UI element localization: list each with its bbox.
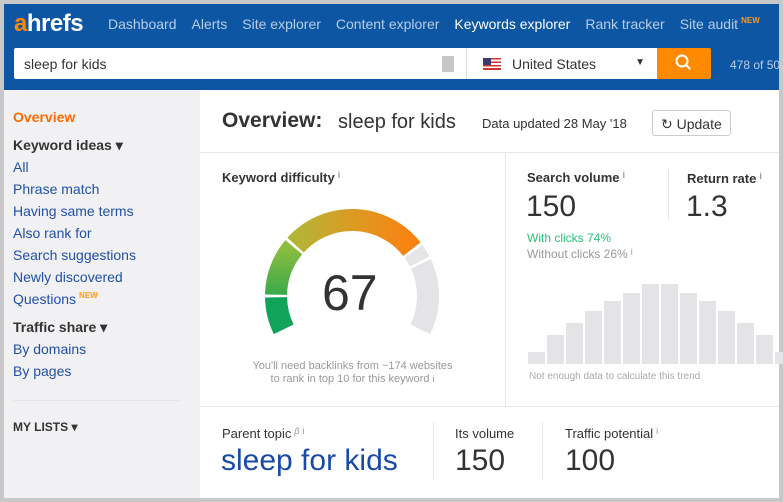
divider — [433, 422, 434, 480]
keyword-title: sleep for kids — [338, 111, 456, 133]
info-icon[interactable]: i — [303, 426, 305, 436]
nav-keywords-explorer[interactable]: Keywords explorer — [454, 16, 570, 32]
trend-bar — [566, 323, 583, 364]
sidebar-item-all[interactable]: All — [13, 159, 29, 175]
nav-site-audit[interactable]: Site audit NEW — [680, 16, 760, 32]
usage-count: 478 of 50 — [730, 58, 781, 72]
nav-alerts[interactable]: Alerts — [192, 16, 228, 32]
trend-bar — [737, 323, 754, 364]
divider — [668, 170, 669, 220]
trend-bar — [699, 301, 716, 364]
gauge-segment — [265, 296, 294, 335]
search-button[interactable] — [657, 48, 711, 79]
info-icon[interactable]: i — [656, 426, 658, 436]
beta-badge: β — [294, 426, 300, 436]
sidebar-keyword-ideas[interactable]: Keyword ideas ▾ — [13, 137, 123, 154]
trend-bar — [547, 335, 564, 364]
sidebar-item-newly-discovered[interactable]: Newly discovered — [13, 269, 123, 285]
nav-rank-tracker[interactable]: Rank tracker — [585, 16, 664, 32]
nav-dashboard[interactable]: Dashboard — [108, 16, 177, 32]
parent-topic-link[interactable]: sleep for kids — [221, 444, 398, 478]
sidebar-item-having-same-terms[interactable]: Having same terms — [13, 203, 134, 219]
sidebar-item-search-suggestions[interactable]: Search suggestions — [13, 247, 136, 263]
sidebar-item-also-rank-for[interactable]: Also rank for — [13, 225, 92, 241]
nav-site-explorer[interactable]: Site explorer — [242, 16, 321, 32]
trend-placeholder-chart — [528, 280, 783, 364]
info-icon[interactable]: i — [759, 171, 762, 181]
trend-bar — [661, 284, 678, 364]
kd-note: You'll need backlinks from ~174 websites… — [252, 360, 453, 385]
trend-bar — [585, 311, 602, 364]
with-clicks: With clicks 74% — [527, 231, 612, 245]
search-volume-value: 150 — [526, 190, 577, 223]
update-label: Update — [676, 116, 722, 132]
its-volume-label: Its volume — [455, 426, 515, 441]
data-updated: Data updated 28 May '18 — [482, 116, 627, 131]
divider — [542, 422, 543, 480]
trend-bar — [528, 352, 545, 364]
info-icon[interactable]: i — [623, 170, 626, 180]
trend-note: Not enough data to calculate this trend — [529, 371, 701, 382]
new-badge: NEW — [79, 291, 98, 300]
page-title: Overview: — [222, 109, 323, 132]
divider — [200, 406, 779, 407]
ahrefs-logo[interactable]: ahrefs — [14, 10, 84, 38]
trend-bar — [775, 352, 783, 364]
main-content: Overview: sleep for kids Data updated 28… — [200, 90, 783, 498]
sidebar-overview[interactable]: Overview — [13, 109, 75, 125]
main-nav: Dashboard Alerts Site explorer Content e… — [108, 16, 760, 32]
us-flag-icon — [483, 58, 501, 70]
traffic-potential-label: Traffic potential i — [565, 426, 659, 441]
sidebar-my-lists[interactable]: MY LISTS ▾ — [13, 420, 77, 434]
trend-bar — [680, 292, 697, 364]
its-volume-value: 150 — [455, 444, 506, 477]
traffic-potential-value: 100 — [565, 444, 616, 477]
without-clicks: Without clicks 26% i — [527, 247, 633, 261]
info-icon[interactable]: i — [338, 170, 341, 180]
divider — [505, 152, 506, 406]
trend-bar — [604, 301, 621, 364]
gauge-segment — [265, 240, 303, 296]
sidebar-item-by-pages[interactable]: By pages — [13, 363, 71, 379]
sidebar-item-questions[interactable]: Questions NEW — [13, 291, 98, 307]
search-volume-label: Search volume i — [527, 170, 626, 185]
divider — [200, 152, 779, 153]
trend-bar — [718, 311, 735, 364]
sidebar: Overview Keyword ideas ▾ All Phrase matc… — [4, 90, 200, 498]
kd-label: Keyword difficulty i — [222, 170, 341, 185]
sidebar-item-by-domains[interactable]: By domains — [13, 341, 86, 357]
info-icon[interactable]: i — [631, 247, 633, 257]
keyword-search-input[interactable]: sleep for kids — [14, 48, 466, 79]
nav-content-explorer[interactable]: Content explorer — [336, 16, 440, 32]
update-button[interactable]: ↻ Update — [652, 110, 731, 136]
search-icon — [675, 54, 691, 70]
info-icon[interactable]: i — [432, 374, 434, 384]
new-badge: NEW — [741, 16, 760, 25]
search-value: sleep for kids — [24, 56, 107, 72]
nav-site-audit-label: Site audit — [679, 16, 739, 32]
trend-bar — [756, 335, 773, 364]
gauge-segment — [404, 244, 430, 267]
return-rate-label: Return rate i — [687, 171, 762, 186]
country-select[interactable]: United States ▼ — [466, 48, 657, 79]
divider — [13, 400, 180, 401]
parent-topic-label: Parent topic β i — [222, 426, 305, 441]
questions-label: Questions — [13, 291, 77, 307]
sidebar-item-phrase-match[interactable]: Phrase match — [13, 181, 99, 197]
trend-bar — [642, 284, 659, 364]
caret-down-icon: ▼ — [635, 57, 645, 68]
top-header: ahrefs Dashboard Alerts Site explorer Co… — [4, 4, 781, 90]
country-label: United States — [512, 56, 597, 72]
return-rate-value: 1.3 — [686, 190, 728, 223]
upload-file-icon[interactable] — [442, 56, 454, 72]
refresh-icon: ↻ — [661, 116, 677, 132]
sidebar-traffic-share[interactable]: Traffic share ▾ — [13, 319, 107, 336]
gauge-segment — [287, 209, 421, 257]
gauge-segment — [410, 259, 439, 335]
trend-bar — [623, 292, 640, 364]
kd-value: 67 — [322, 265, 378, 321]
